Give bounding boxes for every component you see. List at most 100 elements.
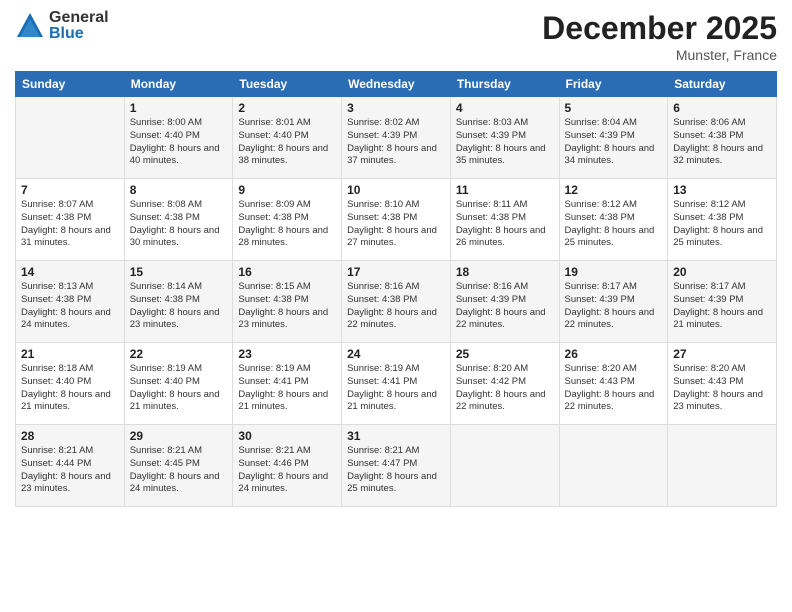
day-cell: 30 Sunrise: 8:21 AMSunset: 4:46 PMDayligh… [233,425,342,507]
day-info: Sunrise: 8:12 AMSunset: 4:38 PMDaylight:… [673,199,771,250]
day-cell: 8 Sunrise: 8:08 AMSunset: 4:38 PMDaylight… [124,179,233,261]
day-cell: 9Sunrise: 8:09 AMSunset: 4:38 PMDaylight… [233,179,342,261]
day-info: Sunrise: 8:20 AMSunset: 4:43 PMDaylight:… [673,363,771,414]
header-monday: Monday [124,72,233,97]
calendar-page: General Blue December 2025 Munster, Fran… [0,0,792,612]
day-cell: 14Sunrise: 8:13 AMSunset: 4:38 PMDayligh… [16,261,125,343]
day-cell: 7 Sunrise: 8:07 AMSunset: 4:38 PMDaylight… [16,179,125,261]
day-number: 6 [673,101,771,115]
day-cell: 1 Sunrise: 8:00 AMSunset: 4:40 PMDaylight… [124,97,233,179]
day-number: 8 [130,183,228,197]
day-info: Sunrise: 8:14 AMSunset: 4:38 PMDaylight:… [130,281,228,332]
logo-text: General Blue [49,10,109,42]
day-info: Sunrise: 8:04 AMSunset: 4:39 PMDaylight:… [565,117,663,168]
day-cell [450,425,559,507]
day-info: Sunrise: 8:07 AMSunset: 4:38 PMDaylight:… [21,199,119,250]
day-number: 18 [456,265,554,279]
day-info: Sunrise: 8:16 AMSunset: 4:39 PMDaylight:… [456,281,554,332]
day-cell: 25 Sunrise: 8:20 AMSunset: 4:42 PMDayligh… [450,343,559,425]
day-cell: 10 Sunrise: 8:10 AMSunset: 4:38 PMDayligh… [342,179,451,261]
day-cell: 22 Sunrise: 8:19 AMSunset: 4:40 PMDayligh… [124,343,233,425]
day-info: Sunrise: 8:19 AMSunset: 4:40 PMDaylight:… [130,363,228,414]
day-info: Sunrise: 8:00 AMSunset: 4:40 PMDaylight:… [130,117,228,168]
day-cell: 23 Sunrise: 8:19 AMSunset: 4:41 PMDayligh… [233,343,342,425]
month-title: December 2025 [542,10,777,47]
day-number: 12 [565,183,663,197]
weekday-header-row: Sunday Monday Tuesday Wednesday Thursday… [16,72,777,97]
day-info: Sunrise: 8:21 AMSunset: 4:46 PMDaylight:… [238,445,336,496]
day-number: 25 [456,347,554,361]
day-cell: 18 Sunrise: 8:16 AMSunset: 4:39 PMDayligh… [450,261,559,343]
day-number: 10 [347,183,445,197]
calendar-table: Sunday Monday Tuesday Wednesday Thursday… [15,71,777,507]
day-info: Sunrise: 8:03 AMSunset: 4:39 PMDaylight:… [456,117,554,168]
day-info: Sunrise: 8:15 AMSunset: 4:38 PMDaylight:… [238,281,336,332]
day-cell: 5 Sunrise: 8:04 AMSunset: 4:39 PMDaylight… [559,97,668,179]
header-wednesday: Wednesday [342,72,451,97]
day-cell [668,425,777,507]
day-cell: 3Sunrise: 8:02 AMSunset: 4:39 PMDaylight… [342,97,451,179]
day-info: Sunrise: 8:19 AMSunset: 4:41 PMDaylight:… [347,363,445,414]
day-cell: 20 Sunrise: 8:17 AMSunset: 4:39 PMDayligh… [668,261,777,343]
day-number: 21 [21,347,119,361]
logo-blue-label: Blue [49,26,109,42]
day-number: 30 [238,429,336,443]
day-info: Sunrise: 8:19 AMSunset: 4:41 PMDaylight:… [238,363,336,414]
day-info: Sunrise: 8:02 AMSunset: 4:39 PMDaylight:… [347,117,445,168]
day-number: 13 [673,183,771,197]
day-number: 24 [347,347,445,361]
day-number: 26 [565,347,663,361]
day-info: Sunrise: 8:10 AMSunset: 4:38 PMDaylight:… [347,199,445,250]
day-number: 15 [130,265,228,279]
day-number: 23 [238,347,336,361]
day-cell: 28Sunrise: 8:21 AMSunset: 4:44 PMDayligh… [16,425,125,507]
header-friday: Friday [559,72,668,97]
day-cell [559,425,668,507]
day-number: 9 [238,183,336,197]
day-cell: 24 Sunrise: 8:19 AMSunset: 4:41 PMDayligh… [342,343,451,425]
day-cell: 6 Sunrise: 8:06 AMSunset: 4:38 PMDaylight… [668,97,777,179]
day-cell: 4 Sunrise: 8:03 AMSunset: 4:39 PMDaylight… [450,97,559,179]
day-number: 14 [21,265,119,279]
header-thursday: Thursday [450,72,559,97]
day-number: 20 [673,265,771,279]
title-section: December 2025 Munster, France [542,10,777,63]
day-number: 2 [238,101,336,115]
day-info: Sunrise: 8:01 AMSunset: 4:40 PMDaylight:… [238,117,336,168]
day-info: Sunrise: 8:21 AMSunset: 4:44 PMDaylight:… [21,445,119,496]
day-number: 22 [130,347,228,361]
day-info: Sunrise: 8:11 AMSunset: 4:38 PMDaylight:… [456,199,554,250]
day-info: Sunrise: 8:20 AMSunset: 4:42 PMDaylight:… [456,363,554,414]
day-cell: 19Sunrise: 8:17 AMSunset: 4:39 PMDayligh… [559,261,668,343]
logo-icon [15,11,45,41]
day-info: Sunrise: 8:16 AMSunset: 4:38 PMDaylight:… [347,281,445,332]
day-number: 1 [130,101,228,115]
week-row-4: 21 Sunrise: 8:18 AMSunset: 4:40 PMDayligh… [16,343,777,425]
day-cell: 17 Sunrise: 8:16 AMSunset: 4:38 PMDayligh… [342,261,451,343]
day-cell: 13 Sunrise: 8:12 AMSunset: 4:38 PMDayligh… [668,179,777,261]
header-tuesday: Tuesday [233,72,342,97]
day-cell: 26Sunrise: 8:20 AMSunset: 4:43 PMDayligh… [559,343,668,425]
day-info: Sunrise: 8:18 AMSunset: 4:40 PMDaylight:… [21,363,119,414]
day-number: 19 [565,265,663,279]
day-info: Sunrise: 8:17 AMSunset: 4:39 PMDaylight:… [673,281,771,332]
day-cell: 11Sunrise: 8:11 AMSunset: 4:38 PMDayligh… [450,179,559,261]
day-cell: 31Sunrise: 8:21 AMSunset: 4:47 PMDayligh… [342,425,451,507]
day-cell: 21 Sunrise: 8:18 AMSunset: 4:40 PMDayligh… [16,343,125,425]
week-row-5: 28Sunrise: 8:21 AMSunset: 4:44 PMDayligh… [16,425,777,507]
header-saturday: Saturday [668,72,777,97]
day-info: Sunrise: 8:12 AMSunset: 4:38 PMDaylight:… [565,199,663,250]
day-info: Sunrise: 8:08 AMSunset: 4:38 PMDaylight:… [130,199,228,250]
day-number: 29 [130,429,228,443]
day-info: Sunrise: 8:06 AMSunset: 4:38 PMDaylight:… [673,117,771,168]
day-number: 7 [21,183,119,197]
day-info: Sunrise: 8:21 AMSunset: 4:47 PMDaylight:… [347,445,445,496]
day-cell: 2 Sunrise: 8:01 AMSunset: 4:40 PMDaylight… [233,97,342,179]
day-number: 4 [456,101,554,115]
day-number: 27 [673,347,771,361]
day-number: 5 [565,101,663,115]
logo-general-label: General [49,10,109,26]
day-cell: 29Sunrise: 8:21 AMSunset: 4:45 PMDayligh… [124,425,233,507]
week-row-2: 7 Sunrise: 8:07 AMSunset: 4:38 PMDaylight… [16,179,777,261]
day-number: 17 [347,265,445,279]
